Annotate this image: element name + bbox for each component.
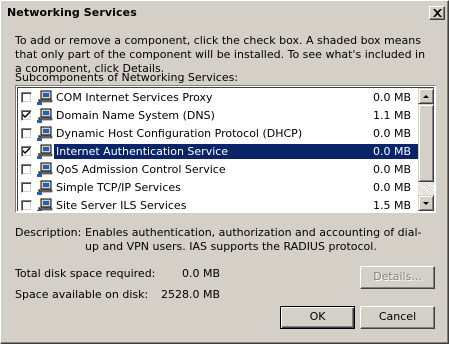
description-text: Enables authentication, authorization an… <box>85 226 422 253</box>
list-item[interactable]: Internet Authentication Service 0.0 MB <box>18 143 419 161</box>
network-icon <box>37 180 53 196</box>
component-label: Internet Authentication Service <box>56 145 229 158</box>
network-icon <box>37 126 53 142</box>
network-icon <box>37 144 53 160</box>
component-checkbox[interactable] <box>21 92 32 103</box>
network-icon <box>37 108 53 124</box>
component-size: 0.0 MB <box>372 181 411 194</box>
list-item[interactable]: Dynamic Host Configuration Protocol (DHC… <box>18 125 419 143</box>
title-bar: Networking Services <box>4 4 445 22</box>
checkmark-icon <box>23 112 30 118</box>
component-checkbox[interactable] <box>21 182 32 193</box>
details-button[interactable]: Details... <box>360 266 435 289</box>
component-size: 0.0 MB <box>372 145 411 158</box>
close-icon <box>433 9 442 17</box>
close-button[interactable] <box>429 6 445 20</box>
component-label: COM Internet Services Proxy <box>56 91 213 104</box>
component-checkbox[interactable] <box>21 110 32 121</box>
space-available-label: Space available on disk: <box>15 288 149 301</box>
network-icon <box>37 198 53 211</box>
network-icon <box>37 90 53 106</box>
component-checkbox[interactable] <box>21 146 32 157</box>
component-size: 1.1 MB <box>372 109 411 122</box>
scroll-thumb[interactable] <box>418 104 434 182</box>
scroll-up-button[interactable] <box>418 88 434 104</box>
description-label: Description: <box>15 226 82 239</box>
subcomponents-label: Subcomponents of Networking Services: <box>15 71 239 84</box>
scroll-down-button[interactable] <box>418 195 434 211</box>
space-required-value: 0.0 MB <box>181 267 220 280</box>
subcomponents-list[interactable]: COM Internet Services Proxy 0.0 MB Domain … <box>15 85 436 213</box>
space-available-value: 2528.0 MB <box>160 288 220 301</box>
window-title: Networking Services <box>7 6 137 19</box>
network-icon <box>37 162 53 178</box>
component-checkbox[interactable] <box>21 200 32 211</box>
cancel-button[interactable]: Cancel <box>360 306 435 329</box>
component-size: 0.0 MB <box>372 91 411 104</box>
component-label: Site Server ILS Services <box>56 199 187 211</box>
component-checkbox[interactable] <box>21 164 32 175</box>
component-label: QoS Admission Control Service <box>56 163 226 176</box>
intro-text: To add or remove a component, click the … <box>15 34 426 75</box>
networking-services-dialog: Networking Services To add or remove a c… <box>0 0 449 344</box>
list-item[interactable]: Domain Name System (DNS) 1.1 MB <box>18 107 419 125</box>
component-label: Domain Name System (DNS) <box>56 109 215 122</box>
ok-button[interactable]: OK <box>280 306 355 329</box>
list-item[interactable]: COM Internet Services Proxy 0.0 MB <box>18 89 419 107</box>
component-label: Simple TCP/IP Services <box>56 181 181 194</box>
component-label: Dynamic Host Configuration Protocol (DHC… <box>56 127 303 140</box>
component-size: 1.5 MB <box>372 199 411 211</box>
vertical-scrollbar[interactable] <box>418 88 434 211</box>
arrow-up-icon <box>423 95 429 98</box>
list-item[interactable]: Site Server ILS Services 1.5 MB <box>18 197 419 211</box>
component-size: 0.0 MB <box>372 163 411 176</box>
list-item[interactable]: Simple TCP/IP Services 0.0 MB <box>18 179 419 197</box>
arrow-down-icon <box>423 202 429 205</box>
checkmark-icon <box>23 148 30 154</box>
component-size: 0.0 MB <box>372 127 411 140</box>
component-checkbox[interactable] <box>21 128 32 139</box>
list-item[interactable]: QoS Admission Control Service 0.0 MB <box>18 161 419 179</box>
space-required-label: Total disk space required: <box>15 267 156 280</box>
